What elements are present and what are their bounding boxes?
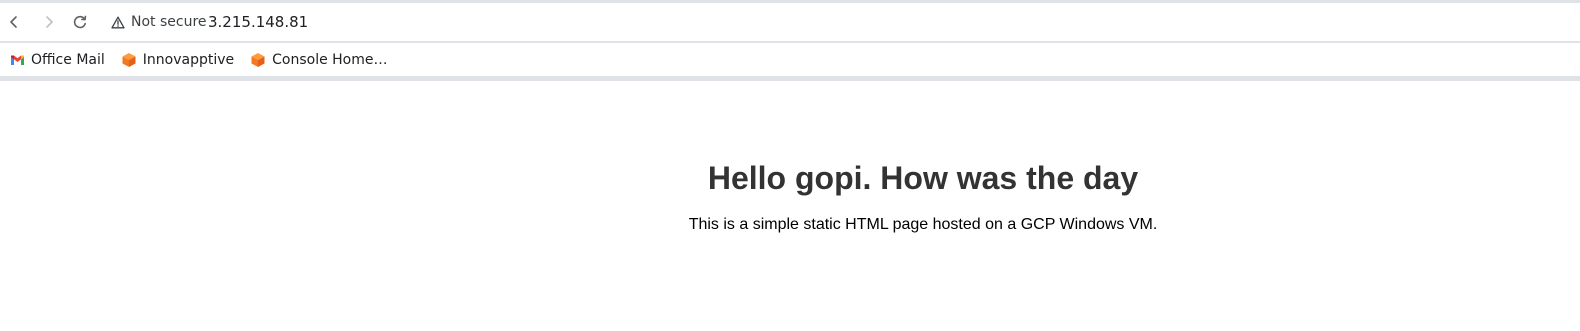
page-title: Hello gopi. How was the day	[707, 160, 1139, 196]
address-bar-url[interactable]: 3.215.148.81	[208, 3, 308, 41]
forward-arrow-icon	[46, 16, 53, 28]
orange-cube-icon	[122, 52, 136, 67]
page-content: Hello gopi. How was the day This is a si…	[0, 81, 1580, 331]
heading-container: Hello gopi. How was the day	[0, 158, 1580, 198]
page-description: This is a simple static HTML page hosted…	[688, 216, 1158, 233]
browser-chrome: Not secure 3.215.148.81 Office Mail Inno…	[0, 0, 1580, 81]
bookmark-office-mail[interactable]: Office Mail	[8, 47, 107, 73]
bookmark-console-home[interactable]: Console Home…	[248, 47, 389, 73]
warning-triangle-icon	[111, 16, 125, 28]
reload-icon	[73, 15, 87, 29]
bookmark-label: Console Home…	[272, 51, 388, 68]
bookmarks-bar: Office Mail Innovapptive Console Home…	[0, 43, 1580, 76]
reload-button[interactable]	[66, 3, 94, 41]
back-button[interactable]	[0, 3, 28, 41]
bookmark-label: Office Mail	[31, 51, 105, 68]
site-security-indicator[interactable]: Not secure	[111, 3, 207, 41]
bookmark-innovapptive[interactable]: Innovapptive	[119, 47, 236, 73]
bookmark-label: Innovapptive	[142, 51, 235, 68]
security-label: Not secure	[131, 14, 207, 30]
forward-button[interactable]	[35, 3, 63, 41]
browser-toolbar: Not secure 3.215.148.81	[0, 3, 1580, 41]
orange-cube-icon	[251, 52, 265, 67]
back-arrow-icon	[10, 16, 17, 28]
gmail-icon	[11, 55, 24, 65]
paragraph-container: This is a simple static HTML page hosted…	[0, 214, 1580, 236]
